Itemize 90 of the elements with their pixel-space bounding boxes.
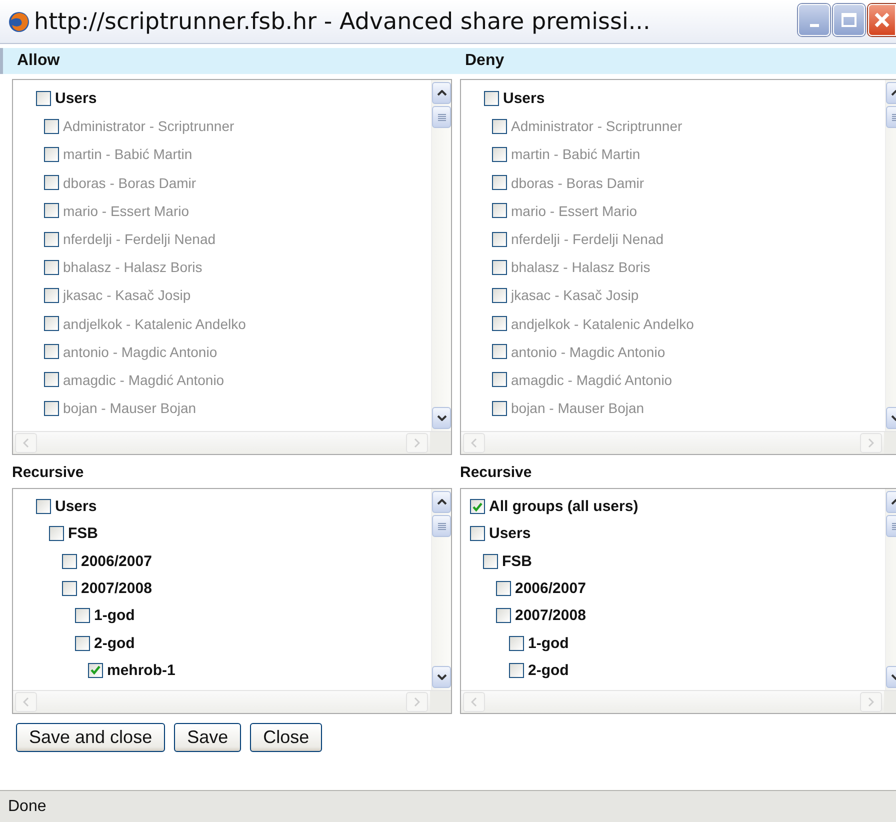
dialog-button[interactable]: Save and close <box>16 723 166 752</box>
caret-down-icon <box>436 674 446 680</box>
status-text: Done <box>8 798 46 816</box>
checkbox[interactable] <box>62 554 77 569</box>
checkbox[interactable] <box>470 499 485 514</box>
caret-left-icon <box>471 697 477 707</box>
caret-up-icon <box>436 90 446 96</box>
tree-item-label: amagdic - Magdić Antonio <box>511 372 672 388</box>
tree-item-label: jkasac - Kasač Josip <box>511 287 639 304</box>
check-icon <box>90 665 101 676</box>
dialog-button[interactable]: Close <box>250 723 322 752</box>
tree-item-label: nferdelji - Ferdelji Nenad <box>63 231 216 248</box>
tree-item-label: mario - Essert Mario <box>63 202 190 219</box>
checkbox[interactable] <box>36 499 51 514</box>
caret-left-icon <box>23 438 29 448</box>
tree-item-label: antonio - Magdic Antonio <box>63 344 218 360</box>
tree-item-label: FSB <box>68 525 98 542</box>
tree-item-label: martin - Babić Martin <box>63 146 192 162</box>
tree-item-label: martin - Babić Martin <box>511 146 640 162</box>
browser-logo-icon <box>8 10 30 32</box>
checkbox[interactable] <box>509 662 524 678</box>
minimize-icon <box>810 24 818 26</box>
grip-icon <box>438 114 446 120</box>
tree-item-label: 2007/2008 <box>81 580 152 598</box>
tree-item-label: All groups (all users) <box>489 498 638 516</box>
tree-item-label: Administrator - Scriptrunner <box>63 118 234 134</box>
dialog-button[interactable]: Save <box>174 723 242 752</box>
checkbox[interactable] <box>75 608 90 624</box>
caret-right-icon <box>414 697 420 707</box>
tree-item-label: 2-god <box>94 634 135 652</box>
checkbox[interactable] <box>484 90 499 106</box>
tree-item-label: dboras - Boras Damir <box>511 174 644 191</box>
scrollbar-thumb[interactable] <box>432 106 451 128</box>
checkbox[interactable] <box>75 636 90 651</box>
caret-left-icon <box>23 697 29 707</box>
checkbox[interactable] <box>62 581 77 596</box>
checkbox[interactable] <box>470 526 485 542</box>
caret-left-icon <box>471 438 477 448</box>
tree-item-label: 2-god <box>528 662 569 679</box>
scroll-up-button[interactable] <box>432 82 451 104</box>
tree-item-label: mehrob-1 <box>107 662 176 679</box>
tree-item-label: nferdelji - Ferdelji Nenad <box>511 231 664 248</box>
tree-item-label: andjelkok - Katalenic Andelko <box>511 316 694 332</box>
scroll-down-button[interactable] <box>432 666 451 688</box>
checkbox[interactable] <box>496 608 511 624</box>
tree-item-label: bhalasz - Halasz Boris <box>511 259 650 276</box>
scroll-up-button[interactable] <box>432 491 451 513</box>
check-icon <box>472 502 483 512</box>
caret-right-icon <box>868 438 874 448</box>
tree-item-label: amagdic - Magdić Antonio <box>63 372 224 388</box>
tree-item-label: Users <box>489 525 531 542</box>
tree-item-label: jkasac - Kasač Josip <box>63 287 191 304</box>
checkbox[interactable] <box>483 554 498 569</box>
window-title: http://scriptrunner.fsb.hr - Advanced share premissi... <box>34 8 652 34</box>
tree-item-label: 1-god <box>94 607 135 624</box>
caret-down-icon <box>436 415 446 421</box>
section-label: Recursive <box>12 463 85 483</box>
checkbox[interactable] <box>36 90 51 106</box>
tree-item-label: 2006/2007 <box>515 580 586 598</box>
tree-item-label: Users <box>55 498 97 516</box>
tree-item-label: FSB <box>502 552 532 570</box>
panel-header: Allow <box>17 52 61 70</box>
tree-item-label: mario - Essert Mario <box>511 202 638 219</box>
panel-header: Deny <box>465 52 506 70</box>
scrollbar-thumb[interactable] <box>432 515 451 537</box>
grip-icon <box>438 522 446 530</box>
tree-item-label: 2007/2008 <box>515 607 586 624</box>
maximize-icon <box>841 12 857 28</box>
tree-item-label: antonio - Magdic Antonio <box>511 344 666 360</box>
checkbox[interactable] <box>509 636 524 651</box>
tree-item-label: Administrator - Scriptrunner <box>511 118 682 134</box>
section-label: Recursive <box>460 463 533 483</box>
tree-item-label: 1-god <box>528 634 569 652</box>
tree-item-label: bojan - Mauser Bojan <box>511 400 644 416</box>
checkbox[interactable] <box>88 662 103 678</box>
tree-item-label: Users <box>55 90 97 107</box>
close-icon <box>873 11 891 29</box>
caret-right-icon <box>868 697 874 707</box>
tree-item-label: bojan - Mauser Bojan <box>63 400 196 416</box>
tree-item-label: bhalasz - Halasz Boris <box>63 259 202 276</box>
close-button[interactable] <box>868 4 896 36</box>
checkbox[interactable] <box>496 581 511 596</box>
caret-up-icon <box>436 499 446 505</box>
tree-item-label: andjelkok - Katalenic Andelko <box>63 316 246 332</box>
checkbox[interactable] <box>49 526 64 542</box>
tree-item-label: Users <box>503 90 545 107</box>
caret-right-icon <box>414 438 420 448</box>
scroll-down-button[interactable] <box>432 407 451 429</box>
tree-item-label: dboras - Boras Damir <box>63 174 196 191</box>
tree-item-label: 2006/2007 <box>81 552 152 570</box>
